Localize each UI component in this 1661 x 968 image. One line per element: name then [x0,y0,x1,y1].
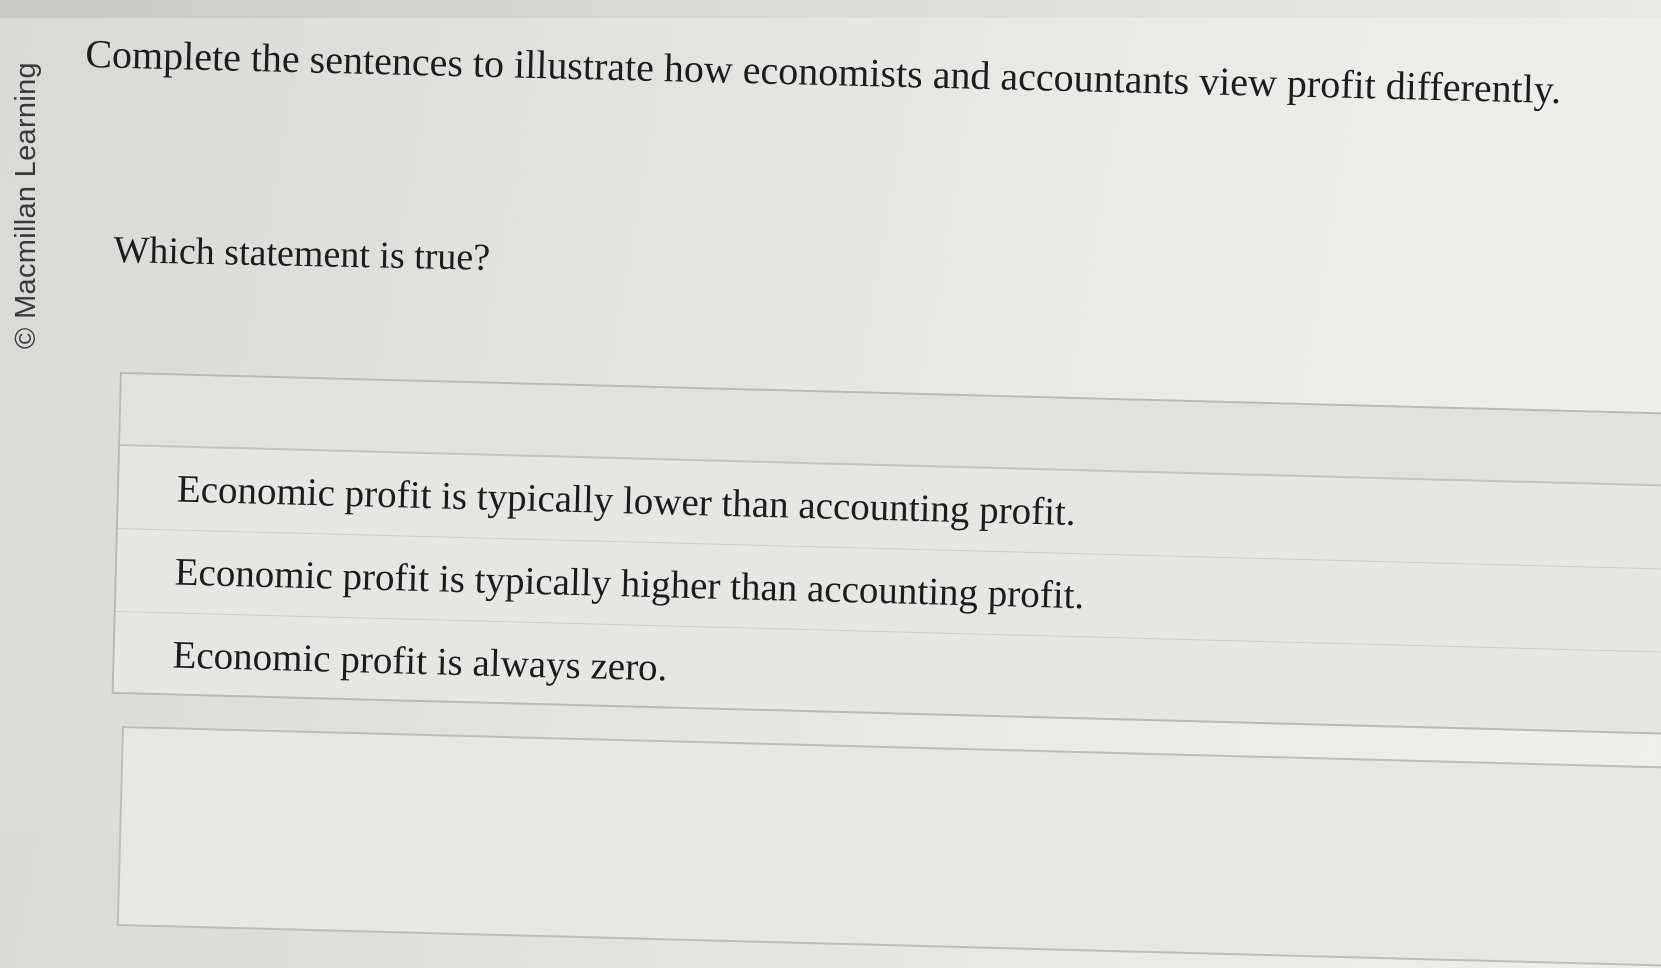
top-edge-band [0,0,1661,18]
next-question-panel [116,726,1661,968]
prompt-text: Which statement is true? [113,228,491,279]
answer-choices-panel: Economic profit is typically lower than … [111,372,1661,736]
copyright-watermark: © Macmillan Learning [2,30,50,380]
question-text: Complete the sentences to illustrate how… [84,30,1562,113]
watermark-text: © Macmillan Learning [9,61,42,349]
